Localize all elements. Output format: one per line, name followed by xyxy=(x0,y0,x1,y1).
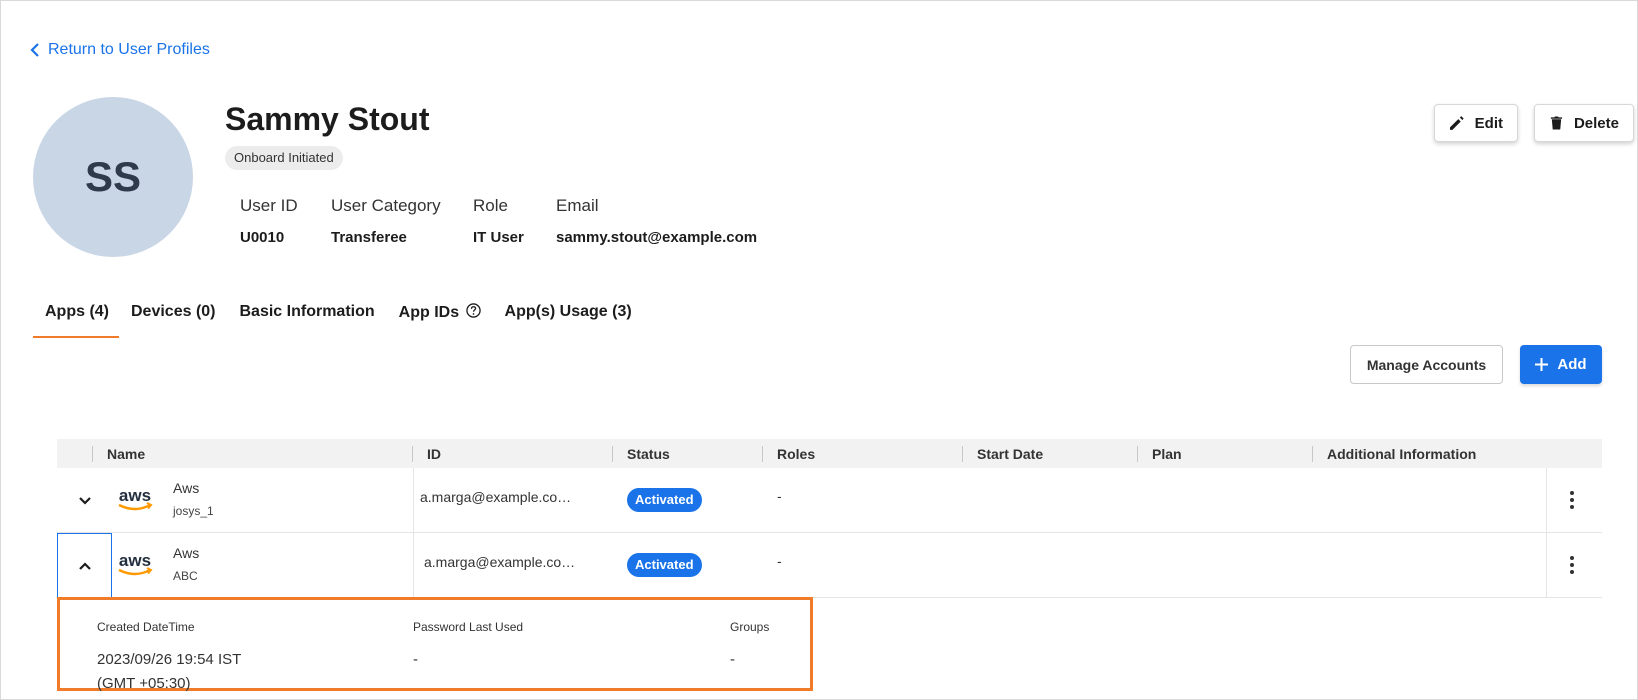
back-link-label: Return to User Profiles xyxy=(48,41,210,58)
app-account-name: ABC xyxy=(173,569,198,583)
header-name[interactable]: Name xyxy=(107,446,145,462)
password-last-used-label: Password Last Used xyxy=(413,620,524,634)
groups-value: - xyxy=(730,651,735,668)
delete-button[interactable]: Delete xyxy=(1534,104,1634,142)
header-separator xyxy=(1137,446,1138,462)
password-last-used-field: Password Last Used - xyxy=(413,620,523,672)
profile-tabs: Apps (4) Devices (0) Basic Information A… xyxy=(33,290,644,338)
column-divider xyxy=(413,533,414,598)
email-field: Email sammy.stout@example.com xyxy=(556,196,757,246)
groups-label: Groups xyxy=(730,620,770,634)
header-start-date[interactable]: Start Date xyxy=(977,446,1043,462)
user-id-field: User ID U0010 xyxy=(240,196,298,246)
chevron-down-icon xyxy=(78,496,91,505)
account-id: a.marga@example.co… xyxy=(424,554,576,570)
pencil-icon xyxy=(1449,116,1464,130)
help-circle-icon[interactable] xyxy=(465,303,481,318)
row-menu-button[interactable] xyxy=(1560,488,1584,512)
avatar-initials: SS xyxy=(84,153,142,200)
header-separator xyxy=(612,446,613,462)
svg-text:aws: aws xyxy=(119,486,151,505)
svg-text:aws: aws xyxy=(119,551,151,570)
more-vertical-icon xyxy=(1570,556,1574,574)
header-plan[interactable]: Plan xyxy=(1152,446,1182,462)
apps-table: Name ID Status Roles Start Date Plan Add… xyxy=(57,439,1602,598)
tab-apps[interactable]: Apps (4) xyxy=(33,290,119,338)
header-separator xyxy=(1312,446,1313,462)
status-badge: Activated xyxy=(627,488,702,512)
created-datetime-value: 2023/09/26 19:54 IST (GMT +05:30) xyxy=(97,648,241,696)
header-separator xyxy=(962,446,963,462)
role-label: Role xyxy=(473,196,508,215)
expand-row-button[interactable] xyxy=(57,468,112,533)
delete-button-label: Delete xyxy=(1573,114,1619,132)
app-account-name: josys_1 xyxy=(173,504,214,518)
header-id[interactable]: ID xyxy=(427,446,441,462)
email-label: Email xyxy=(556,196,599,215)
header-additional-information[interactable]: Additional Information xyxy=(1327,446,1476,462)
created-datetime-field: Created DateTime 2023/09/26 19:54 IST (G… xyxy=(97,620,241,696)
tab-devices[interactable]: Devices (0) xyxy=(119,290,228,338)
app-name: Aws xyxy=(173,545,200,561)
collapse-row-button[interactable] xyxy=(57,533,112,598)
created-datetime-date: 2023/09/26 19:54 IST xyxy=(97,651,242,668)
avatar: SS xyxy=(33,97,193,257)
expanded-row-details: Created DateTime 2023/09/26 19:54 IST (G… xyxy=(57,597,813,692)
chevron-left-icon xyxy=(30,43,39,57)
edit-button-label: Edit xyxy=(1474,114,1503,132)
tab-basic-information[interactable]: Basic Information xyxy=(228,290,387,338)
header-roles[interactable]: Roles xyxy=(777,446,815,462)
header-status[interactable]: Status xyxy=(627,446,670,462)
roles-value: - xyxy=(777,553,782,569)
column-divider xyxy=(1546,533,1547,598)
user-id-value: U0010 xyxy=(240,229,285,246)
trash-icon xyxy=(1550,116,1563,130)
header-separator xyxy=(92,446,93,462)
more-vertical-icon xyxy=(1570,491,1574,509)
tab-devices-label: Devices (0) xyxy=(131,303,216,320)
user-category-value: Transferee xyxy=(331,229,407,246)
edit-button[interactable]: Edit xyxy=(1434,104,1518,142)
password-last-used-value: - xyxy=(413,651,418,668)
app-name: Aws xyxy=(173,480,200,496)
tab-app-usage[interactable]: App(s) Usage (3) xyxy=(493,290,644,338)
status-badge: Onboard Initiated xyxy=(225,146,343,170)
column-divider xyxy=(413,468,414,533)
add-button[interactable]: Add xyxy=(1520,345,1602,384)
groups-field: Groups - xyxy=(730,620,769,672)
column-divider xyxy=(1546,468,1547,533)
user-category-label: User Category xyxy=(331,196,441,215)
user-id-label: User ID xyxy=(240,196,298,215)
tab-apps-label: Apps (4) xyxy=(45,303,109,320)
table-header: Name ID Status Roles Start Date Plan Add… xyxy=(57,439,1602,468)
role-value: IT User xyxy=(473,229,524,246)
created-datetime-timezone: (GMT +05:30) xyxy=(97,675,191,692)
role-field: Role IT User xyxy=(473,196,524,246)
return-to-user-profiles-link[interactable]: Return to User Profiles xyxy=(30,41,210,59)
plus-icon xyxy=(1535,358,1549,371)
row-menu-button[interactable] xyxy=(1560,553,1584,577)
tab-app-ids[interactable]: App IDs xyxy=(387,290,493,338)
user-category-field: User Category Transferee xyxy=(331,196,441,246)
created-datetime-label: Created DateTime xyxy=(97,620,195,634)
tab-app-usage-label: App(s) Usage (3) xyxy=(504,303,632,320)
header-separator xyxy=(412,446,413,462)
table-row[interactable]: aws Aws josys_1 a.marga@example.co… Acti… xyxy=(57,468,1602,533)
manage-accounts-button[interactable]: Manage Accounts xyxy=(1350,345,1503,384)
user-name: Sammy Stout xyxy=(225,101,430,137)
table-row[interactable]: aws Aws ABC a.marga@example.co… Activate… xyxy=(57,533,1602,598)
chevron-up-icon xyxy=(78,561,91,570)
status-badge: Activated xyxy=(627,553,702,577)
tab-basic-information-label: Basic Information xyxy=(239,303,375,320)
aws-logo-icon: aws xyxy=(118,486,153,511)
roles-value: - xyxy=(777,488,782,504)
header-separator xyxy=(762,446,763,462)
account-id: a.marga@example.co… xyxy=(420,489,572,505)
add-button-label: Add xyxy=(1557,356,1587,373)
email-value: sammy.stout@example.com xyxy=(556,229,758,246)
tab-app-ids-label: App IDs xyxy=(398,304,460,321)
aws-logo-icon: aws xyxy=(118,551,153,576)
